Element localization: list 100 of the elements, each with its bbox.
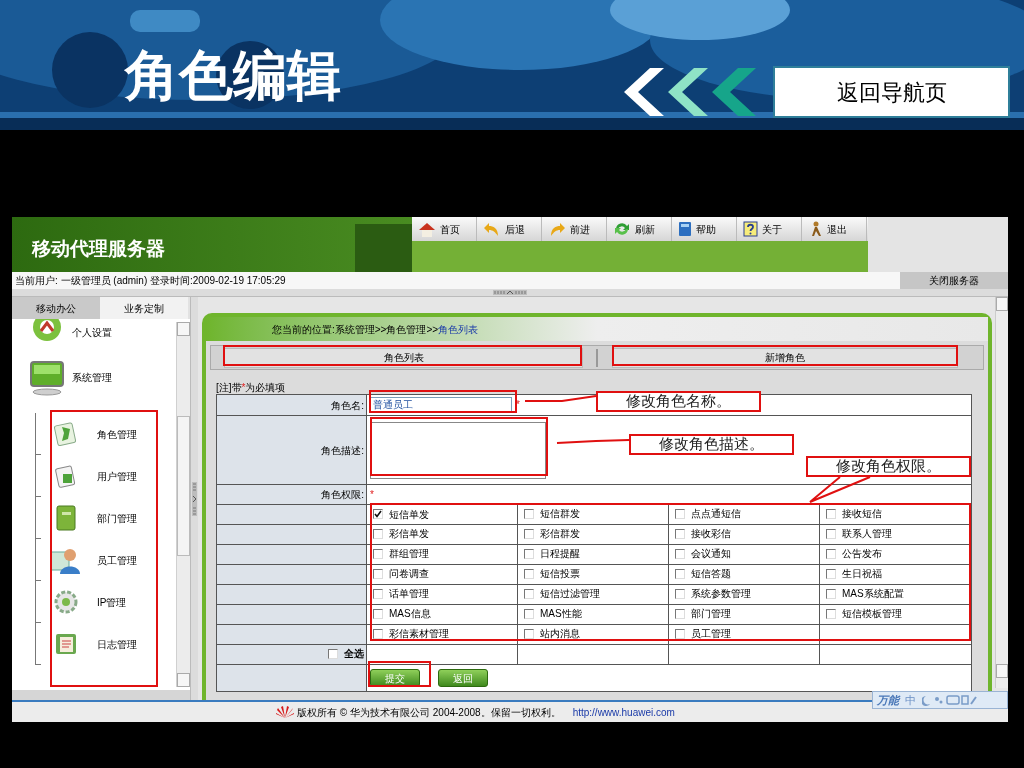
sidebar-tab[interactable]: 移动办公: [12, 297, 100, 319]
person-icon: [50, 546, 82, 574]
field-label: 角色名:: [331, 399, 364, 411]
checkbox-label: 接收彩信: [691, 527, 731, 542]
field-label: 角色权限:: [321, 489, 364, 500]
checkbox-label: 短信投票: [540, 567, 580, 582]
checkbox[interactable]: [373, 528, 383, 539]
required-mark: *: [370, 489, 374, 500]
menu-item[interactable]: 用户管理: [97, 468, 137, 484]
checkbox-label: 联系人管理: [842, 527, 892, 542]
menu-item[interactable]: 个人设置: [72, 324, 112, 340]
curved-arrow-icon: [548, 221, 566, 237]
menu-item[interactable]: 系统管理: [72, 370, 112, 385]
checkbox-label: 点点通短信: [691, 507, 741, 522]
document-icon: [53, 631, 79, 657]
checkbox-label: 彩信单发: [389, 527, 429, 542]
breadcrumb-link[interactable]: 角色列表: [438, 321, 479, 337]
checkbox[interactable]: [524, 508, 534, 519]
curved-arrow-icon: [483, 221, 501, 237]
monitor-icon: [29, 359, 65, 396]
close-server-button[interactable]: 关闭服务器: [900, 272, 1008, 289]
sidebar-tab[interactable]: 业务定制: [100, 297, 188, 319]
book-icon: [53, 504, 79, 532]
app-title: 移动代理服务器: [32, 236, 165, 261]
checkbox-label: 短信模板管理: [842, 607, 902, 622]
ime-label: 万能: [877, 692, 899, 708]
checkbox-label: 问卷调查: [389, 567, 429, 582]
checkbox[interactable]: [826, 528, 836, 539]
refresh-icon: [613, 221, 631, 237]
checkbox[interactable]: [826, 508, 836, 519]
checkbox[interactable]: [524, 568, 534, 579]
checkbox-label: 部门管理: [691, 607, 731, 622]
checkbox-label: 彩信群发: [540, 527, 580, 542]
book-icon: [678, 221, 692, 237]
checkbox[interactable]: [524, 528, 534, 539]
checkbox[interactable]: [826, 568, 836, 579]
leader-line: [809, 476, 871, 503]
menu-item[interactable]: 日志管理: [97, 636, 137, 652]
checkbox-label: 接收短信: [842, 507, 882, 522]
checkbox-label: 系统参数管理: [691, 587, 751, 602]
checkbox-label: 短信单发: [389, 507, 429, 522]
checkbox-label: 话单管理: [389, 587, 429, 602]
checkbox[interactable]: [373, 628, 383, 639]
checkbox-label: 全选: [344, 647, 364, 662]
checkbox[interactable]: [524, 628, 534, 639]
checkbox[interactable]: [675, 508, 685, 519]
checkbox[interactable]: [373, 608, 383, 619]
checkbox-label: MAS信息: [389, 607, 431, 622]
ime-toolbar[interactable]: 万能 中: [872, 691, 1008, 709]
back-to-nav-button[interactable]: 返回导航页: [773, 66, 1010, 118]
checkbox-label: 公告发布: [842, 547, 882, 562]
checkbox[interactable]: [328, 648, 338, 659]
help-icon: [743, 221, 758, 237]
scrollbar[interactable]: [176, 322, 190, 687]
grip-icon[interactable]: [493, 290, 527, 295]
checkbox[interactable]: [373, 509, 383, 520]
required-note: [注]带*为必填项: [216, 381, 287, 394]
checkbox[interactable]: [373, 548, 383, 559]
checkbox[interactable]: [675, 528, 685, 539]
copyright-text: 版权所有 © 华为技术有限公司 2004-2008。保留一切权利。: [297, 705, 561, 720]
checkbox[interactable]: [675, 588, 685, 599]
website-link[interactable]: http://www.huawei.com: [572, 704, 675, 720]
checkbox-label: 会议通知: [691, 547, 731, 562]
checkbox[interactable]: [373, 568, 383, 579]
checkbox[interactable]: [826, 548, 836, 559]
highlight-frame: [368, 661, 431, 687]
checkbox-label: 群组管理: [389, 547, 429, 562]
checkbox-label: 站内消息: [540, 627, 580, 642]
checkbox[interactable]: [524, 588, 534, 599]
banner-block: [355, 224, 412, 272]
menu-item[interactable]: 角色管理: [97, 426, 137, 442]
checkbox[interactable]: [675, 568, 685, 579]
checkbox[interactable]: [826, 588, 836, 599]
checkbox[interactable]: [373, 588, 383, 599]
checkbox[interactable]: [675, 548, 685, 559]
checkbox-label: MAS性能: [540, 607, 582, 622]
menu-item[interactable]: IP管理: [97, 594, 127, 610]
checkbox-label: 生日祝福: [842, 567, 882, 582]
menu-item[interactable]: 员工管理: [97, 552, 137, 568]
house-icon: [418, 221, 436, 237]
callout-label: 修改角色名称。: [596, 391, 761, 412]
menu-item[interactable]: 部门管理: [97, 510, 137, 526]
checkbox-label: MAS系统配置: [842, 587, 904, 602]
callout-label: 修改角色描述。: [629, 434, 794, 455]
checkbox[interactable]: [826, 608, 836, 619]
puzzle-icon: [53, 421, 79, 447]
checkbox-label: 短信群发: [540, 507, 580, 522]
role-name-field[interactable]: 普通员工: [370, 397, 512, 414]
grip-icon[interactable]: [192, 481, 197, 516]
gear-icon: [53, 589, 79, 615]
checkbox[interactable]: [524, 608, 534, 619]
checkbox-label: 日程提醒: [540, 547, 580, 562]
checkbox[interactable]: [524, 548, 534, 559]
checkbox[interactable]: [675, 628, 685, 639]
slide-title: 角色编辑: [125, 44, 341, 106]
checkbox-label: 短信过滤管理: [540, 587, 600, 602]
checkbox[interactable]: [675, 608, 685, 619]
ime-tools-icon[interactable]: [922, 694, 978, 706]
checkbox-label: 彩信素材管理: [389, 627, 449, 642]
scrollbar[interactable]: [995, 297, 1008, 688]
